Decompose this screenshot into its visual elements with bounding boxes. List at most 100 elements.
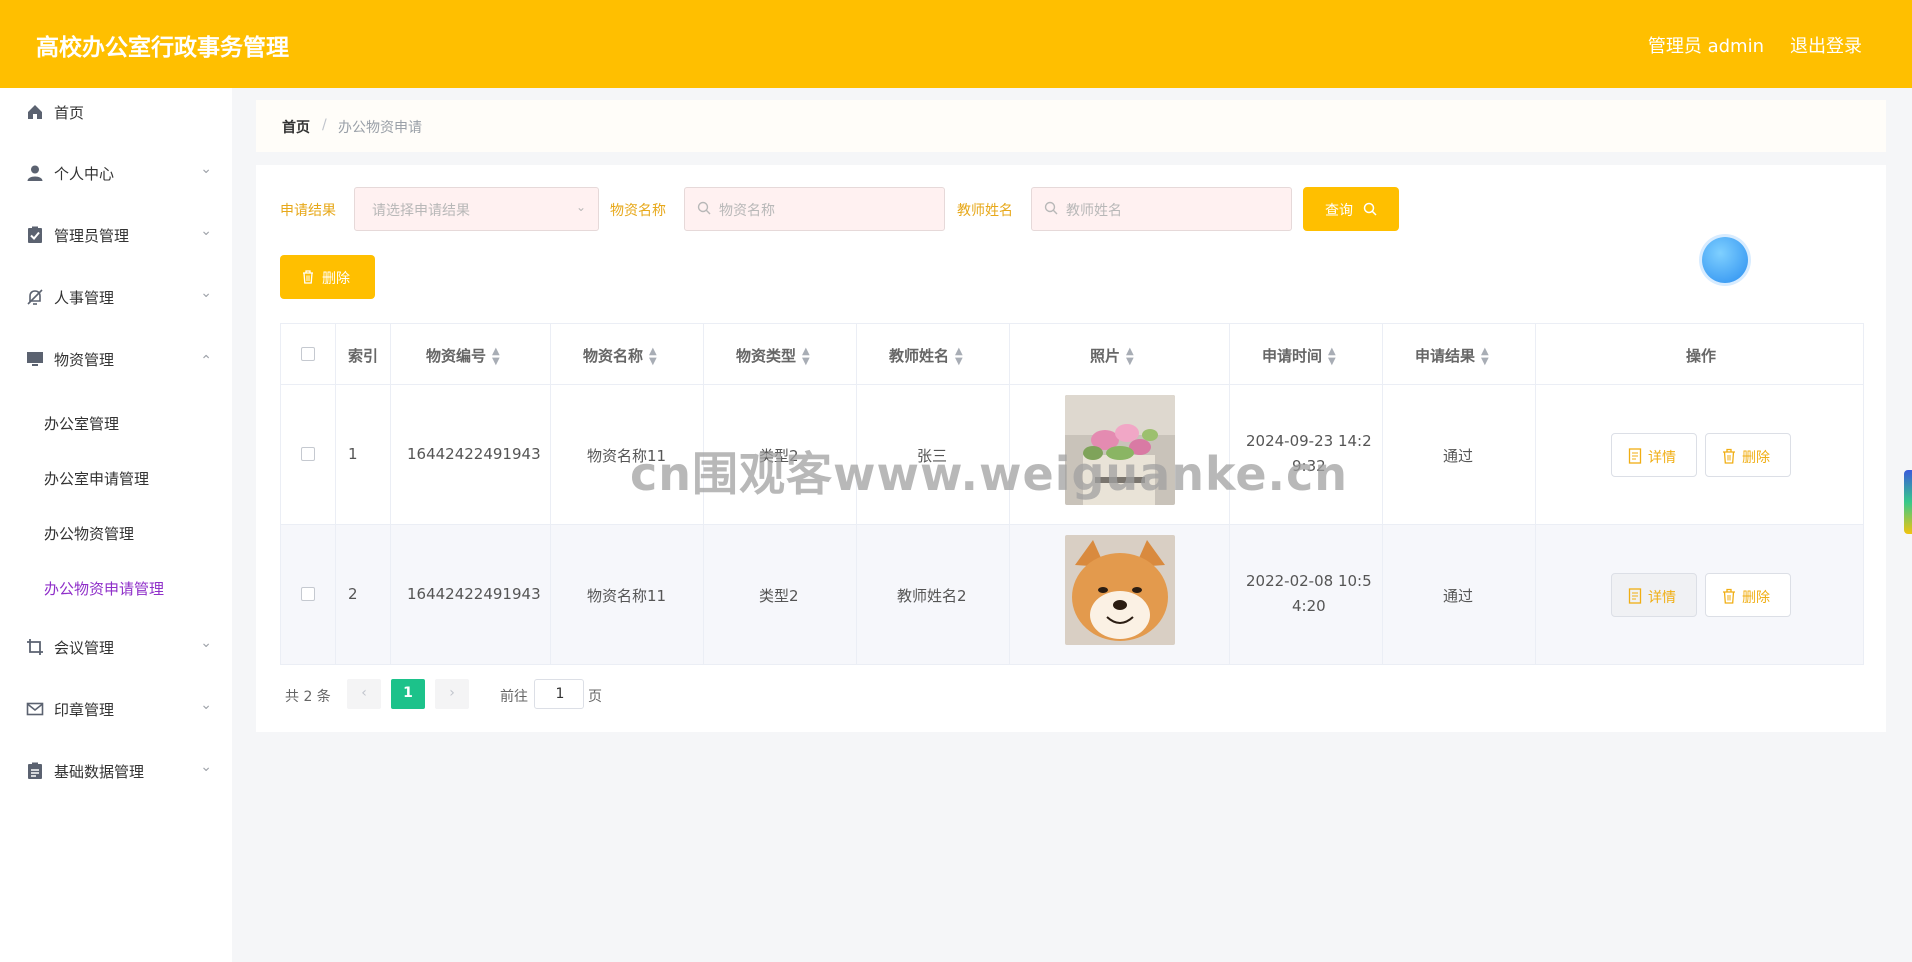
chevron-down-icon: ⌄ — [200, 697, 212, 713]
cell-name: 物资名称11 — [587, 587, 667, 605]
page-number: 1 — [403, 685, 413, 701]
teacher-search-input[interactable]: 教师姓名 — [1031, 187, 1292, 231]
result-filter-label: 申请结果 — [280, 203, 336, 219]
header-teacher[interactable]: 教师姓名 ▲ ▼ — [857, 324, 1010, 385]
result-select[interactable]: 请选择申请结果 ⌄ — [354, 187, 599, 231]
chevron-down-icon: ⌄ — [200, 635, 212, 651]
detail-button[interactable]: 详情 — [1611, 433, 1697, 477]
chevron-down-icon: ⌄ — [200, 759, 212, 775]
mail-icon — [26, 702, 44, 716]
current-user: 管理员 admin — [1647, 36, 1764, 57]
cell-code: 16442422491943 — [407, 585, 541, 603]
row-delete-button-label: 删除 — [1742, 590, 1770, 606]
next-page-button[interactable]: › — [435, 679, 469, 709]
query-button-label: 查询 — [1325, 203, 1353, 219]
header-photo[interactable]: 照片 ▲ ▼ — [1010, 324, 1230, 385]
sidebar-subitem-office-supplies[interactable]: 办公物资管理 — [0, 511, 232, 555]
sidebar-item-seal-management[interactable]: 印章管理 ⌄ — [0, 685, 232, 733]
row-delete-button-label: 删除 — [1742, 450, 1770, 466]
sidebar-item-label: 印章管理 — [54, 701, 115, 719]
sort-icon[interactable]: ▲ ▼ — [1481, 346, 1489, 367]
cell-index: 2 — [348, 585, 358, 603]
sort-icon[interactable]: ▲ ▼ — [649, 346, 657, 367]
app-title: 高校办公室行政事务管理 — [36, 35, 289, 61]
crop-icon — [27, 639, 43, 655]
teacher-search-placeholder: 教师姓名 — [1066, 203, 1122, 219]
sidebar-subitem-office-application[interactable]: 办公室申请管理 — [0, 456, 232, 500]
column-label: 物资名称 — [583, 347, 644, 365]
sort-icon[interactable]: ▲ ▼ — [492, 346, 500, 367]
result-select-placeholder: 请选择申请结果 — [372, 203, 470, 219]
cell-result: 通过 — [1443, 447, 1474, 465]
sort-icon[interactable]: ▲ ▼ — [802, 346, 810, 367]
logout-link[interactable]: 退出登录 — [1790, 32, 1862, 58]
select-all-checkbox[interactable] — [301, 347, 315, 361]
cell-result: 通过 — [1443, 587, 1474, 605]
breadcrumb-home[interactable]: 首页 — [282, 117, 310, 137]
cell-time-line2: 4:20 — [1292, 597, 1326, 615]
page-1-button[interactable]: 1 — [391, 679, 425, 709]
table-row: 2 16442422491943 物资名称11 类型2 教师姓名2 2022-0… — [281, 525, 1863, 665]
floating-assistant-icon[interactable] — [1702, 237, 1748, 283]
goto-page-input[interactable]: 1 — [534, 679, 584, 709]
sidebar-subitem-label: 办公物资管理 — [44, 525, 135, 543]
sort-icon[interactable]: ▲ ▼ — [955, 346, 963, 367]
watermark: cn围观客www.weiguanke.cn — [630, 447, 1349, 501]
trash-icon — [1723, 448, 1735, 464]
cell-code: 16442422491943 — [407, 445, 541, 463]
batch-delete-button[interactable]: 删除 — [280, 255, 375, 299]
sort-icon[interactable]: ▲ ▼ — [1126, 346, 1134, 367]
header-type[interactable]: 物资类型 ▲ ▼ — [704, 324, 857, 385]
detail-button[interactable]: 详情 — [1611, 573, 1697, 617]
dog-photo[interactable] — [1065, 535, 1175, 645]
sidebar-item-label: 人事管理 — [54, 289, 115, 307]
trash-icon — [1723, 588, 1735, 604]
header-code[interactable]: 物资编号 ▲ ▼ — [391, 324, 551, 385]
document-icon — [1628, 448, 1642, 464]
sort-icon[interactable]: ▲ ▼ — [1328, 346, 1336, 367]
breadcrumb-current: 办公物资申请 — [338, 120, 422, 136]
sidebar-item-supplies-management[interactable]: 物资管理 ⌃ — [0, 335, 232, 383]
row-delete-button[interactable]: 删除 — [1705, 573, 1791, 617]
name-search-input[interactable]: 物资名称 — [684, 187, 945, 231]
column-label: 照片 — [1090, 347, 1121, 365]
sidebar-item-admin-management[interactable]: 管理员管理 ⌄ — [0, 211, 232, 259]
prev-page-button[interactable]: ‹ — [347, 679, 381, 709]
bell-off-icon — [27, 289, 43, 305]
row-delete-button[interactable]: 删除 — [1705, 433, 1791, 477]
column-label: 物资类型 — [736, 347, 797, 365]
trash-icon — [303, 270, 313, 284]
detail-button-label: 详情 — [1648, 450, 1676, 466]
sidebar-item-label: 个人中心 — [54, 165, 115, 183]
side-tool-strip[interactable] — [1904, 470, 1912, 534]
chevron-down-icon: ⌄ — [200, 223, 212, 239]
sidebar-item-personal-center[interactable]: 个人中心 ⌄ — [0, 149, 232, 197]
header-actions: 操作 — [1536, 324, 1863, 385]
sidebar-item-home[interactable]: 首页 — [0, 88, 232, 136]
cell-time-line1: 2022-02-08 10:5 — [1246, 572, 1372, 590]
sidebar-item-label: 物资管理 — [54, 351, 115, 369]
sidebar-item-meeting-management[interactable]: 会议管理 ⌄ — [0, 623, 232, 671]
header-result[interactable]: 申请结果 ▲ ▼ — [1383, 324, 1536, 385]
sidebar-subitem-office[interactable]: 办公室管理 — [0, 401, 232, 445]
sidebar-subitem-supplies-application[interactable]: 办公物资申请管理 — [0, 566, 232, 610]
header-time[interactable]: 申请时间 ▲ ▼ — [1230, 324, 1383, 385]
home-icon — [28, 105, 42, 119]
sidebar-item-base-data-management[interactable]: 基础数据管理 ⌄ — [0, 747, 232, 795]
column-label: 申请时间 — [1262, 347, 1323, 365]
goto-prefix: 前往 — [500, 689, 528, 705]
sidebar-item-label: 基础数据管理 — [54, 763, 145, 781]
column-label: 索引 — [348, 347, 379, 365]
search-icon — [1044, 201, 1058, 215]
query-button[interactable]: 查询 — [1303, 187, 1399, 231]
row-checkbox[interactable] — [301, 447, 315, 461]
clipboard-check-icon — [28, 226, 42, 243]
chevron-down-icon: ⌄ — [575, 200, 586, 214]
search-icon — [1363, 202, 1377, 216]
goto-suffix: 页 — [588, 689, 602, 705]
teacher-filter-label: 教师姓名 — [957, 203, 1013, 219]
sidebar-item-hr-management[interactable]: 人事管理 ⌄ — [0, 273, 232, 321]
header-name[interactable]: 物资名称 ▲ ▼ — [551, 324, 704, 385]
row-checkbox[interactable] — [301, 587, 315, 601]
monitor-icon — [27, 352, 43, 366]
